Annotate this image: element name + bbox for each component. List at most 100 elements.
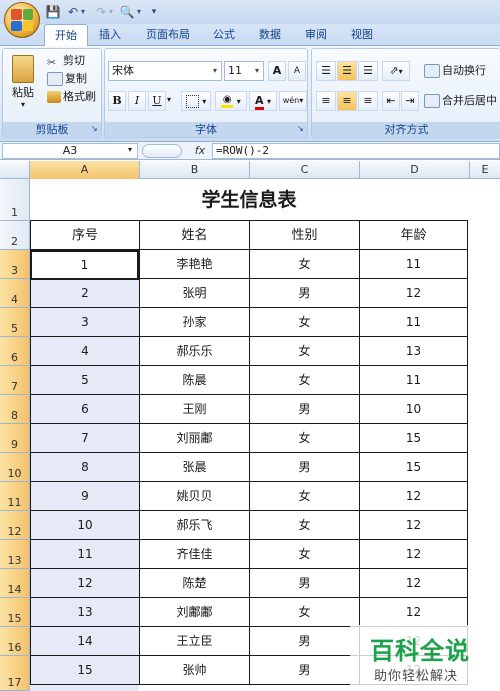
cell-age[interactable]: 12 bbox=[360, 598, 468, 627]
underline-dropdown-icon[interactable]: ▾ bbox=[167, 95, 171, 104]
formula-input[interactable]: =ROW()-2 bbox=[212, 143, 500, 159]
row-header-9[interactable]: 9 bbox=[0, 424, 30, 453]
cell-age[interactable]: 11 bbox=[360, 366, 468, 395]
cell-seq[interactable]: 6 bbox=[30, 395, 140, 424]
font-launcher-icon[interactable]: ↘ bbox=[297, 124, 304, 133]
name-box-dropdown-icon[interactable]: ▾ bbox=[128, 145, 132, 154]
cell-seq[interactable]: 9 bbox=[30, 482, 140, 511]
align-left-button[interactable]: ≡ bbox=[316, 91, 336, 111]
cell-age[interactable]: 12 bbox=[360, 540, 468, 569]
tab-data[interactable]: 数据 bbox=[254, 24, 286, 46]
tab-formulas[interactable]: 公式 bbox=[208, 24, 240, 46]
row-header-7[interactable]: 7 bbox=[0, 366, 30, 395]
cell-gender[interactable]: 男 bbox=[250, 453, 360, 482]
cell-seq[interactable]: 8 bbox=[30, 453, 140, 482]
cell-gender[interactable]: 女 bbox=[250, 540, 360, 569]
cell-age[interactable]: 10 bbox=[360, 395, 468, 424]
cell-gender[interactable]: 女 bbox=[250, 308, 360, 337]
align-top-button[interactable]: ☰ bbox=[316, 61, 336, 81]
insert-function-button[interactable]: fx bbox=[190, 143, 210, 159]
cell-name[interactable]: 刘鄘鄘 bbox=[140, 598, 250, 627]
fill-color-button[interactable]: ◉ ▾ bbox=[215, 91, 247, 111]
tab-review[interactable]: 审阅 bbox=[300, 24, 332, 46]
row-header-13[interactable]: 13 bbox=[0, 540, 30, 569]
cell-seq[interactable]: 2 bbox=[30, 279, 140, 308]
cell-seq[interactable]: 12 bbox=[30, 569, 140, 598]
merge-center-button[interactable]: 合并后居中 bbox=[424, 93, 497, 109]
font-name-dropdown-icon[interactable]: ▾ bbox=[209, 62, 221, 80]
cell-seq[interactable]: 14 bbox=[30, 627, 140, 656]
decrease-indent-button[interactable]: ⇤ bbox=[382, 91, 400, 111]
cut-button[interactable]: ✂ 剪切 bbox=[47, 53, 85, 69]
cell-name[interactable]: 张帅 bbox=[140, 656, 250, 685]
cell-seq[interactable]: 15 bbox=[30, 656, 140, 685]
cell-gender[interactable]: 女 bbox=[250, 598, 360, 627]
cell-age[interactable]: 12 bbox=[360, 569, 468, 598]
shrink-font-button[interactable]: A bbox=[288, 61, 306, 81]
cell-age[interactable]: 15 bbox=[360, 424, 468, 453]
cell-name[interactable]: 王刚 bbox=[140, 395, 250, 424]
cell-gender[interactable]: 女 bbox=[250, 250, 360, 279]
row-header-6[interactable]: 6 bbox=[0, 337, 30, 366]
cell-gender[interactable]: 男 bbox=[250, 656, 360, 685]
row-header-8[interactable]: 8 bbox=[0, 395, 30, 424]
font-size-dropdown-icon[interactable]: ▾ bbox=[251, 62, 263, 80]
cell-name[interactable]: 郝乐乐 bbox=[140, 337, 250, 366]
preview-dropdown-icon[interactable]: ▾ bbox=[134, 4, 144, 20]
italic-button[interactable]: I bbox=[128, 91, 146, 111]
row-header-11[interactable]: 11 bbox=[0, 482, 30, 511]
formula-splitter[interactable] bbox=[142, 144, 182, 158]
borders-button[interactable]: ▾ bbox=[181, 91, 211, 111]
tab-page-layout[interactable]: 页面布局 bbox=[140, 24, 196, 46]
cell-age[interactable]: 12 bbox=[360, 511, 468, 540]
header-seq[interactable]: 序号 bbox=[30, 221, 140, 250]
cell-age[interactable]: 11 bbox=[360, 250, 468, 279]
cell-seq[interactable]: 3 bbox=[30, 308, 140, 337]
row-header-3[interactable]: 3 bbox=[0, 250, 30, 279]
cell-gender[interactable]: 女 bbox=[250, 511, 360, 540]
cell-gender[interactable]: 女 bbox=[250, 366, 360, 395]
increase-indent-button[interactable]: ⇥ bbox=[401, 91, 419, 111]
paste-button[interactable]: 粘贴 ▾ bbox=[7, 51, 39, 109]
row-header-16[interactable]: 16 bbox=[0, 627, 30, 656]
wrap-text-button[interactable]: 自动换行 bbox=[424, 63, 486, 79]
save-icon[interactable]: 💾 bbox=[44, 4, 62, 20]
cell-name[interactable]: 姚贝贝 bbox=[140, 482, 250, 511]
row-header-15[interactable]: 15 bbox=[0, 598, 30, 627]
cell-age[interactable]: 12 bbox=[360, 482, 468, 511]
column-header-c[interactable]: C bbox=[250, 161, 360, 179]
align-center-button[interactable]: ≡ bbox=[337, 91, 357, 111]
row-header-12[interactable]: 12 bbox=[0, 511, 30, 540]
align-middle-button[interactable]: ☰ bbox=[337, 61, 357, 81]
cell-name[interactable]: 陈晨 bbox=[140, 366, 250, 395]
row-header-10[interactable]: 10 bbox=[0, 453, 30, 482]
font-color-button[interactable]: A ▾ bbox=[249, 91, 277, 111]
orientation-button[interactable]: ⇗▾ bbox=[382, 61, 410, 81]
cell-name[interactable]: 刘丽鄘 bbox=[140, 424, 250, 453]
align-bottom-button[interactable]: ☰ bbox=[358, 61, 378, 81]
row-header-2[interactable]: 2 bbox=[0, 221, 30, 250]
align-right-button[interactable]: ≡ bbox=[358, 91, 378, 111]
select-all-corner[interactable] bbox=[0, 161, 30, 179]
tab-home[interactable]: 开始 bbox=[44, 24, 88, 47]
font-name-combo[interactable]: 宋体 ▾ bbox=[108, 61, 222, 81]
header-age[interactable]: 年龄 bbox=[360, 221, 468, 250]
tab-view[interactable]: 视图 bbox=[346, 24, 378, 46]
cell-age[interactable]: 12 bbox=[360, 279, 468, 308]
cell-gender[interactable]: 女 bbox=[250, 482, 360, 511]
tab-insert[interactable]: 插入 bbox=[94, 24, 126, 46]
cell-seq[interactable]: 7 bbox=[30, 424, 140, 453]
cell-age[interactable]: 13 bbox=[360, 337, 468, 366]
cell-gender[interactable]: 男 bbox=[250, 279, 360, 308]
column-header-a[interactable]: A bbox=[30, 161, 140, 179]
header-gender[interactable]: 性别 bbox=[250, 221, 360, 250]
copy-button[interactable]: 复制 bbox=[47, 71, 87, 87]
cell-seq[interactable]: 13 bbox=[30, 598, 140, 627]
column-header-b[interactable]: B bbox=[140, 161, 250, 179]
cell-name[interactable]: 张晨 bbox=[140, 453, 250, 482]
row-header-1[interactable]: 1 bbox=[0, 179, 30, 221]
row-header-5[interactable]: 5 bbox=[0, 308, 30, 337]
column-header-e[interactable]: E bbox=[470, 161, 500, 179]
clipboard-launcher-icon[interactable]: ↘ bbox=[91, 124, 98, 133]
cell-age[interactable]: 11 bbox=[360, 308, 468, 337]
